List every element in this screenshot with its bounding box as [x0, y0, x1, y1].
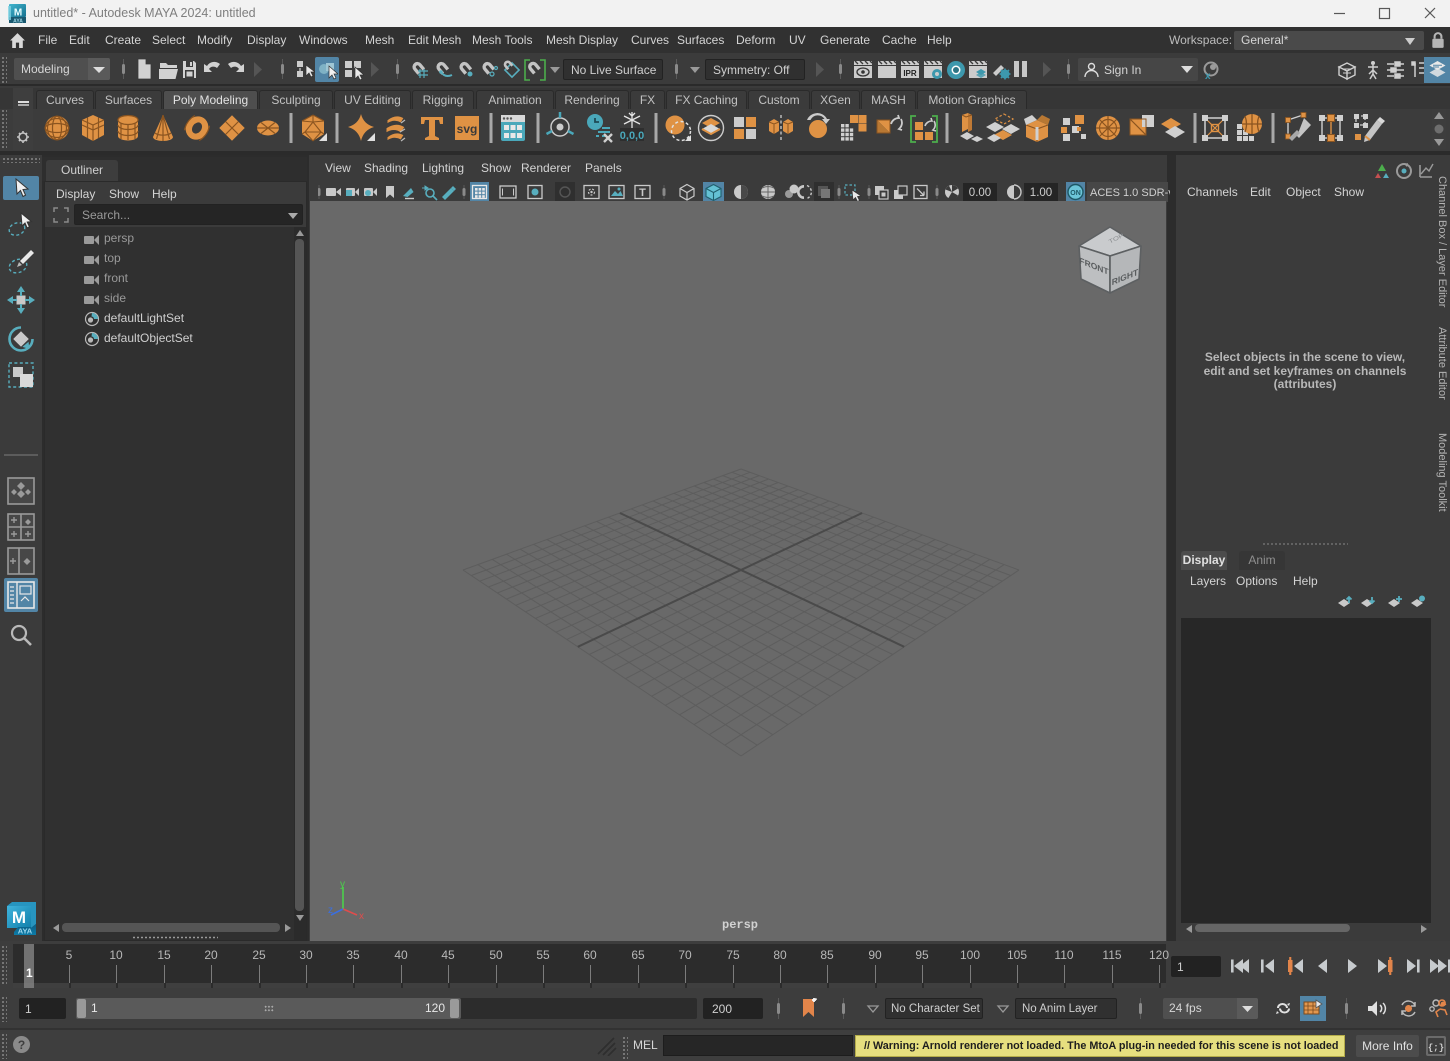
svg-text:0.00: 0.00 [969, 187, 991, 199]
svg-text:z: z [328, 905, 333, 916]
svg-text:x: x [1205, 71, 1211, 81]
svg-text:M: M [14, 8, 22, 19]
svg-text:ON: ON [1070, 190, 1081, 197]
svg-text:M: M [12, 908, 26, 927]
svg-text:1.00: 1.00 [1030, 187, 1052, 199]
svg-text:{;}: {;} [1428, 1043, 1444, 1053]
svg-text:?: ? [18, 1038, 25, 1052]
svg-text:y: y [340, 879, 345, 890]
svg-text:AYA: AYA [13, 19, 23, 24]
svg-text:IPR: IPR [903, 69, 917, 78]
svg-text:T: T [639, 187, 646, 199]
svg-text:AYA: AYA [18, 927, 33, 936]
svg-text:x: x [359, 911, 364, 922]
svg-text:ACES 1.0 SDR-v: ACES 1.0 SDR-v [1090, 187, 1170, 199]
